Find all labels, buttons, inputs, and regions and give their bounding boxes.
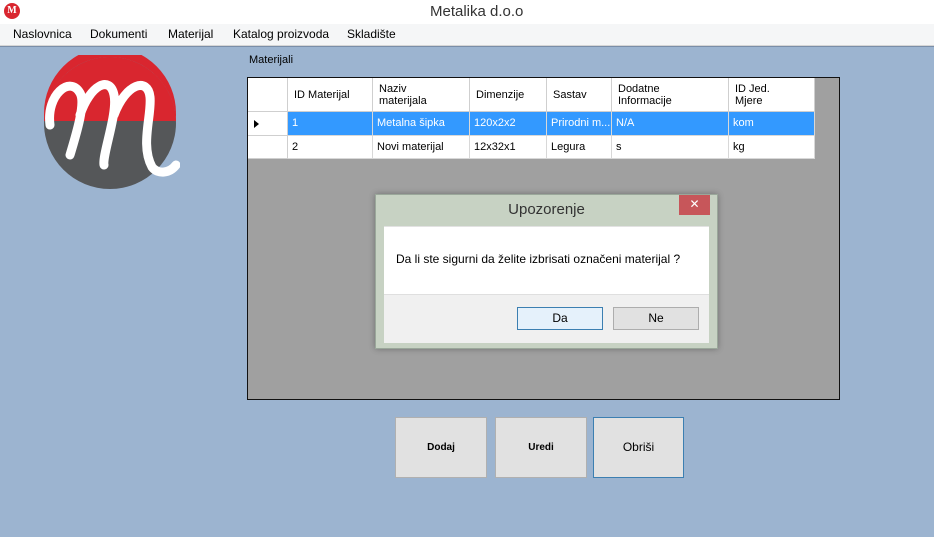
dialog-no-button[interactable]: Ne xyxy=(613,307,699,330)
cell-dimenzije[interactable]: 120x2x2 xyxy=(470,112,547,136)
column-header-dodatne-informacije[interactable]: Dodatne Informacije xyxy=(612,78,729,112)
confirm-delete-dialog[interactable]: Upozorenje ✕ Da li ste sigurni da želite… xyxy=(375,194,718,349)
dialog-yes-button[interactable]: Da xyxy=(517,307,603,330)
dialog-message: Da li ste sigurni da želite izbrisati oz… xyxy=(396,252,681,266)
cell-dimenzije[interactable]: 12x32x1 xyxy=(470,136,547,159)
cell-id-materijal[interactable]: 1 xyxy=(288,112,373,136)
cell-id-materijal[interactable]: 2 xyxy=(288,136,373,159)
grid-header: ID Materijal Naziv materijala Dimenzije … xyxy=(248,78,815,112)
window-title: Metalika d.o.o xyxy=(430,3,524,20)
cell-id-jed-mjere[interactable]: kg xyxy=(729,136,815,159)
row-header[interactable] xyxy=(248,136,288,159)
menu-bar: Naslovnica Dokumenti Materijal Katalog p… xyxy=(0,24,934,46)
row-header[interactable] xyxy=(248,112,288,136)
menu-item-naslovnica[interactable]: Naslovnica xyxy=(13,27,72,41)
edit-button[interactable]: Uredi xyxy=(495,417,587,478)
delete-button[interactable]: Obriši xyxy=(593,417,684,478)
cell-sastav[interactable]: Legura xyxy=(547,136,612,159)
cell-id-jed-mjere[interactable]: kom xyxy=(729,112,815,136)
cell-naziv-materijala[interactable]: Novi materijal xyxy=(373,136,470,159)
menu-item-skladiste[interactable]: Skladište xyxy=(347,27,396,41)
column-header-sastav[interactable]: Sastav xyxy=(547,78,612,112)
menu-item-materijal[interactable]: Materijal xyxy=(168,27,213,41)
grid-corner-cell xyxy=(248,78,288,112)
cell-sastav[interactable]: Prirodni m... xyxy=(547,112,612,136)
dialog-footer: Da Ne xyxy=(384,294,709,343)
column-header-id-jed-mjere[interactable]: ID Jed. Mjere xyxy=(729,78,815,112)
dialog-title: Upozorenje xyxy=(508,201,585,218)
title-bar: M Metalika d.o.o xyxy=(0,0,934,24)
cell-dodatne-informacije[interactable]: s xyxy=(612,136,729,159)
column-header-dimenzije[interactable]: Dimenzije xyxy=(470,78,547,112)
dialog-close-button[interactable]: ✕ xyxy=(679,195,710,215)
current-row-arrow-icon xyxy=(254,120,259,128)
company-logo xyxy=(44,55,180,189)
cell-dodatne-informacije[interactable]: N/A xyxy=(612,112,729,136)
menu-item-dokumenti[interactable]: Dokumenti xyxy=(90,27,147,41)
add-button[interactable]: Dodaj xyxy=(395,417,487,478)
column-header-id-materijal[interactable]: ID Materijal xyxy=(288,78,373,112)
menu-item-katalog-proizvoda[interactable]: Katalog proizvoda xyxy=(233,27,329,41)
cell-naziv-materijala[interactable]: Metalna šipka xyxy=(373,112,470,136)
dialog-body: Da li ste sigurni da želite izbrisati oz… xyxy=(384,226,709,343)
materials-group-label: Materijali xyxy=(249,54,294,66)
column-header-naziv-materijala[interactable]: Naziv materijala xyxy=(373,78,470,112)
